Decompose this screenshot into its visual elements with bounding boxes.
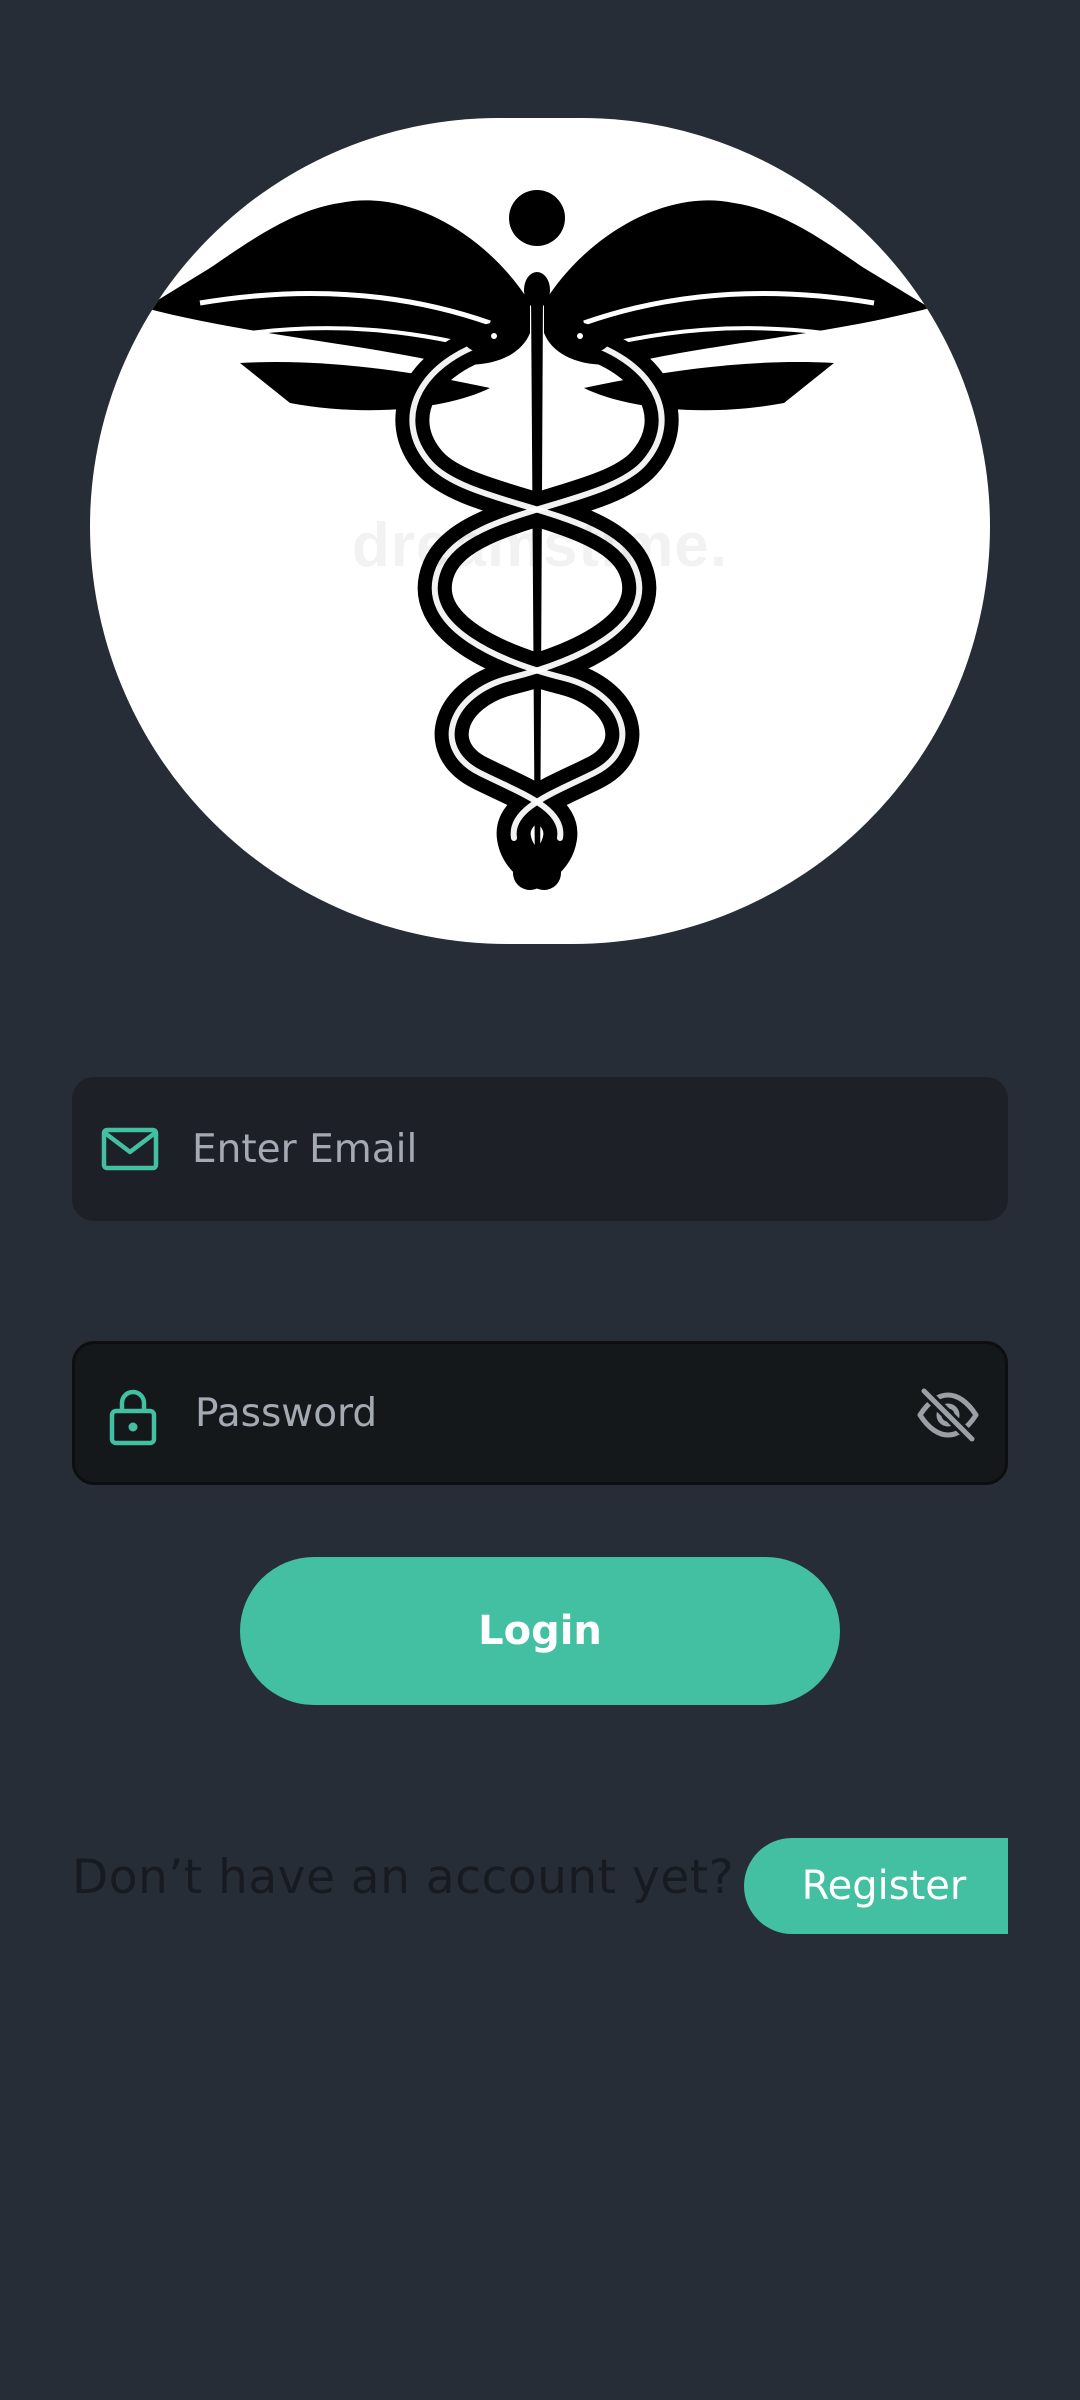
lock-icon xyxy=(109,1389,157,1446)
email-input[interactable] xyxy=(192,1077,882,1221)
login-button[interactable]: Login xyxy=(240,1557,840,1705)
logo-watermark: dreamstime. xyxy=(351,511,729,580)
password-field[interactable] xyxy=(72,1341,1008,1485)
login-screen: dreamstime. Login Don’t have an account … xyxy=(0,0,1080,2400)
password-input[interactable] xyxy=(195,1344,885,1482)
register-button[interactable]: Register xyxy=(744,1838,1008,1934)
email-field[interactable] xyxy=(72,1077,1008,1221)
app-logo: dreamstime. xyxy=(90,118,990,944)
eye-off-icon[interactable] xyxy=(915,1382,981,1448)
mail-icon xyxy=(101,1127,159,1171)
register-prompt: Don’t have an account yet? xyxy=(72,1850,735,1905)
